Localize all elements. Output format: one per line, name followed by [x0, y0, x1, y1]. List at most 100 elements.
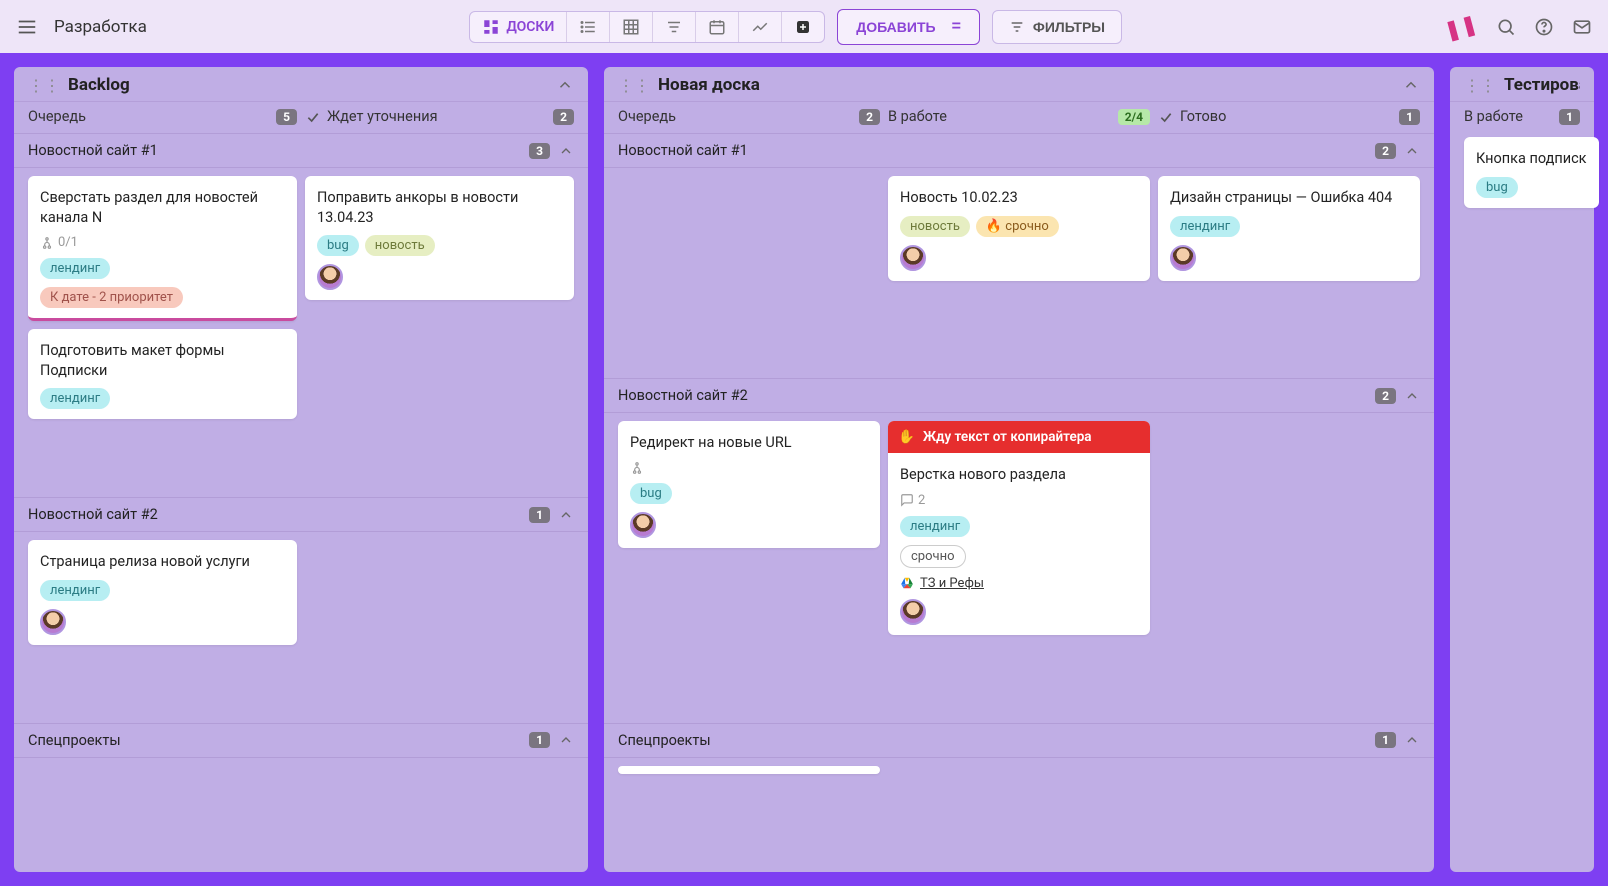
card[interactable]: Подготовить макет формы Подписки лендинг: [28, 329, 297, 419]
help-icon[interactable]: [1534, 17, 1554, 37]
section-header[interactable]: Новостной сайт #2 1: [14, 497, 588, 532]
card[interactable]: Дизайн страницы — Ошибка 404 лендинг: [1158, 176, 1420, 281]
tab-chart[interactable]: [739, 12, 782, 42]
column-queue[interactable]: Очередь 5: [28, 108, 297, 125]
tab-boards[interactable]: ДОСКИ: [470, 12, 567, 42]
cards-col-done: [1158, 421, 1420, 635]
column-label: Готово: [1180, 108, 1226, 125]
board-new: ⋮⋮ Новая доска Очередь 2 В работе 2/4 Го…: [604, 67, 1434, 872]
tab-sort[interactable]: [653, 12, 696, 42]
card-title: Новость 10.02.23: [900, 188, 1138, 208]
drag-handle-icon[interactable]: ⋮⋮: [618, 76, 650, 95]
board-title: Backlog: [68, 75, 548, 95]
column-inprogress[interactable]: В работе 2/4: [888, 108, 1150, 125]
section-header[interactable]: Спецпроекты 1: [14, 723, 588, 758]
section-header[interactable]: Новостной сайт #2 2: [604, 378, 1434, 413]
check-icon: [1158, 109, 1174, 125]
tab-calendar[interactable]: [696, 12, 739, 42]
chevron-up-icon[interactable]: [558, 143, 574, 159]
column-clarify[interactable]: Ждет уточнения 2: [305, 108, 574, 125]
cards-col-clarify: Поправить анкоры в новости 13.04.23 bug …: [305, 176, 574, 419]
column-count: 2: [859, 109, 880, 125]
section-header[interactable]: Спецпроекты 1: [604, 723, 1434, 758]
avatar: [317, 264, 343, 290]
chevron-up-icon[interactable]: [1404, 732, 1420, 748]
tags: К дате - 2 приоритет: [40, 287, 285, 308]
cards-row: Сверстать раздел для новостей канала N 0…: [14, 168, 588, 427]
section-count: 1: [529, 732, 550, 748]
cards-row: Редирект на новые URL bug ✋: [604, 413, 1434, 643]
tags: срочно: [900, 545, 1138, 568]
section-count: 1: [529, 507, 550, 523]
tags: лендинг: [40, 388, 285, 409]
avatar: [900, 245, 926, 271]
column-count: 5: [276, 109, 297, 125]
cards-col-queue: [618, 176, 880, 370]
tag-news: новость: [900, 216, 970, 237]
card[interactable]: Поправить анкоры в новости 13.04.23 bug …: [305, 176, 574, 300]
drag-handle-icon[interactable]: ⋮⋮: [28, 76, 60, 95]
cards-col-queue: [618, 766, 880, 774]
collapse-icon[interactable]: [556, 76, 574, 94]
column-inprogress[interactable]: В работе 1: [1464, 108, 1580, 125]
book-icon[interactable]: ❚❚: [1442, 11, 1481, 43]
tag-news: новость: [365, 235, 435, 256]
section-count: 3: [529, 143, 550, 159]
search-icon[interactable]: [1496, 17, 1516, 37]
cards-col-inprogress: ✋ Жду текст от копирайтера Верстка новог…: [888, 421, 1150, 635]
section-header[interactable]: Новостной сайт #1 3: [14, 133, 588, 168]
section-header[interactable]: Новостной сайт #1 2: [604, 133, 1434, 168]
drag-handle-icon[interactable]: ⋮⋮: [1464, 76, 1496, 95]
column-count: 1: [1559, 109, 1580, 125]
filters-button[interactable]: ФИЛЬТРЫ: [992, 10, 1122, 44]
card[interactable]: Новость 10.02.23 новость 🔥 срочно: [888, 176, 1150, 281]
board-header: ⋮⋮ Новая доска: [604, 67, 1434, 102]
hand-icon: ✋: [898, 429, 915, 445]
tags: bug: [1476, 177, 1587, 198]
column-count: 1: [1399, 109, 1420, 125]
section-title: Спецпроекты: [28, 732, 521, 749]
tags: лендинг: [1170, 216, 1408, 237]
chevron-up-icon[interactable]: [558, 507, 574, 523]
card[interactable]: Сверстать раздел для новостей канала N 0…: [28, 176, 297, 321]
topbar: Разработка ДОСКИ ДОБАВИТЬ = ФИЛЬТРЫ: [0, 0, 1608, 53]
section-title: Новостной сайт #2: [618, 387, 1367, 404]
tab-more[interactable]: [782, 12, 824, 42]
chevron-up-icon[interactable]: [558, 732, 574, 748]
attachment-row[interactable]: ТЗ и Рефы: [900, 576, 1138, 591]
tab-list[interactable]: [567, 12, 610, 42]
board-scroll[interactable]: Новостной сайт #1 3 Сверстать раздел для…: [14, 133, 588, 872]
topbar-right: ❚❚: [1444, 15, 1592, 39]
cards-col-queue: Сверстать раздел для новостей канала N 0…: [28, 176, 297, 419]
tags: лендинг: [40, 580, 285, 601]
chevron-up-icon[interactable]: [1404, 143, 1420, 159]
board-header: ⋮⋮ Тестирование: [1450, 67, 1594, 102]
mail-icon[interactable]: [1572, 17, 1592, 37]
section-count: 1: [1375, 732, 1396, 748]
column-done[interactable]: Готово 1: [1158, 108, 1420, 125]
card[interactable]: [618, 766, 880, 774]
cards-col-queue: Редирект на новые URL bug: [618, 421, 880, 635]
filters-label: ФИЛЬТРЫ: [1033, 19, 1105, 35]
section-title: Новостной сайт #2: [28, 506, 521, 523]
card-blocked[interactable]: ✋ Жду текст от копирайтера Верстка новог…: [888, 421, 1150, 635]
attachment-link: ТЗ и Рефы: [920, 576, 984, 591]
hamburger-menu-icon[interactable]: [16, 16, 38, 38]
chevron-up-icon[interactable]: [1404, 388, 1420, 404]
columns-row: Очередь 2 В работе 2/4 Готово 1: [604, 102, 1434, 133]
avatar: [900, 599, 926, 625]
tab-table[interactable]: [610, 12, 653, 42]
tag-landing: лендинг: [40, 580, 110, 601]
board-title: Новая доска: [658, 75, 1394, 95]
column-queue[interactable]: Очередь 2: [618, 108, 880, 125]
card[interactable]: Страница релиза новой услуги лендинг: [28, 540, 297, 645]
collapse-icon[interactable]: [1402, 76, 1420, 94]
blocked-banner: ✋ Жду текст от копирайтера: [888, 421, 1150, 453]
card-title: Дизайн страницы — Ошибка 404: [1170, 188, 1408, 208]
card[interactable]: Кнопка подписк bug: [1464, 137, 1599, 208]
card-title: Страница релиза новой услуги: [40, 552, 285, 572]
card[interactable]: Редирект на новые URL bug: [618, 421, 880, 548]
board-scroll[interactable]: Новостной сайт #1 2 Новость 10.02.23 нов…: [604, 133, 1434, 872]
check-icon: [305, 109, 321, 125]
add-button[interactable]: ДОБАВИТЬ =: [837, 9, 980, 45]
